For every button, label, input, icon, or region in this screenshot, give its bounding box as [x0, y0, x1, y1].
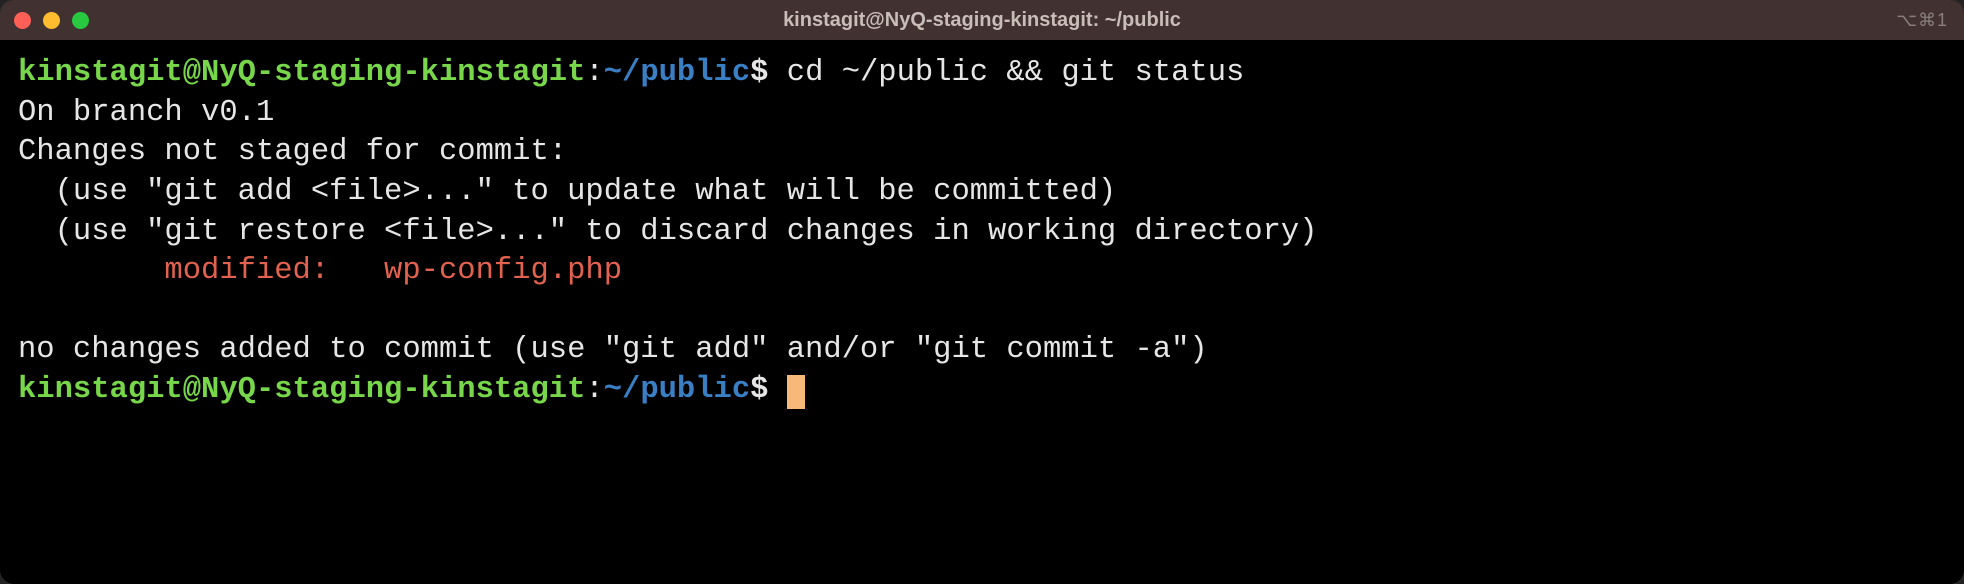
- prompt-colon: :: [585, 56, 603, 90]
- output-modified-file: modified: wp-config.php: [18, 254, 622, 288]
- prompt-colon: :: [585, 373, 603, 407]
- prompt-path: ~/public: [604, 373, 750, 407]
- output-line: (use "git add <file>..." to update what …: [18, 175, 1116, 209]
- terminal-window: kinstagit@NyQ-staging-kinstagit: ~/publi…: [0, 0, 1964, 584]
- output-line: On branch v0.1: [18, 96, 274, 130]
- prompt-symbol: $: [750, 56, 768, 90]
- output-line: no changes added to commit (use "git add…: [18, 333, 1208, 367]
- output-line: Changes not staged for commit:: [18, 135, 567, 169]
- command-text: cd ~/public && git status: [787, 56, 1245, 90]
- prompt-symbol: $: [750, 373, 768, 407]
- window-title: kinstagit@NyQ-staging-kinstagit: ~/publi…: [0, 9, 1964, 32]
- minimize-icon[interactable]: [43, 12, 60, 29]
- terminal-body[interactable]: kinstagit@NyQ-staging-kinstagit:~/public…: [0, 40, 1964, 584]
- prompt-user-host: kinstagit@NyQ-staging-kinstagit: [18, 373, 585, 407]
- cursor-icon: [787, 375, 805, 409]
- titlebar: kinstagit@NyQ-staging-kinstagit: ~/publi…: [0, 0, 1964, 40]
- close-icon[interactable]: [14, 12, 31, 29]
- prompt-path: ~/public: [604, 56, 750, 90]
- output-line: (use "git restore <file>..." to discard …: [18, 215, 1318, 249]
- prompt-user-host: kinstagit@NyQ-staging-kinstagit: [18, 56, 585, 90]
- zoom-icon[interactable]: [72, 12, 89, 29]
- traffic-lights: [14, 12, 89, 29]
- window-shortcut-hint: ⌥⌘1: [1896, 10, 1948, 31]
